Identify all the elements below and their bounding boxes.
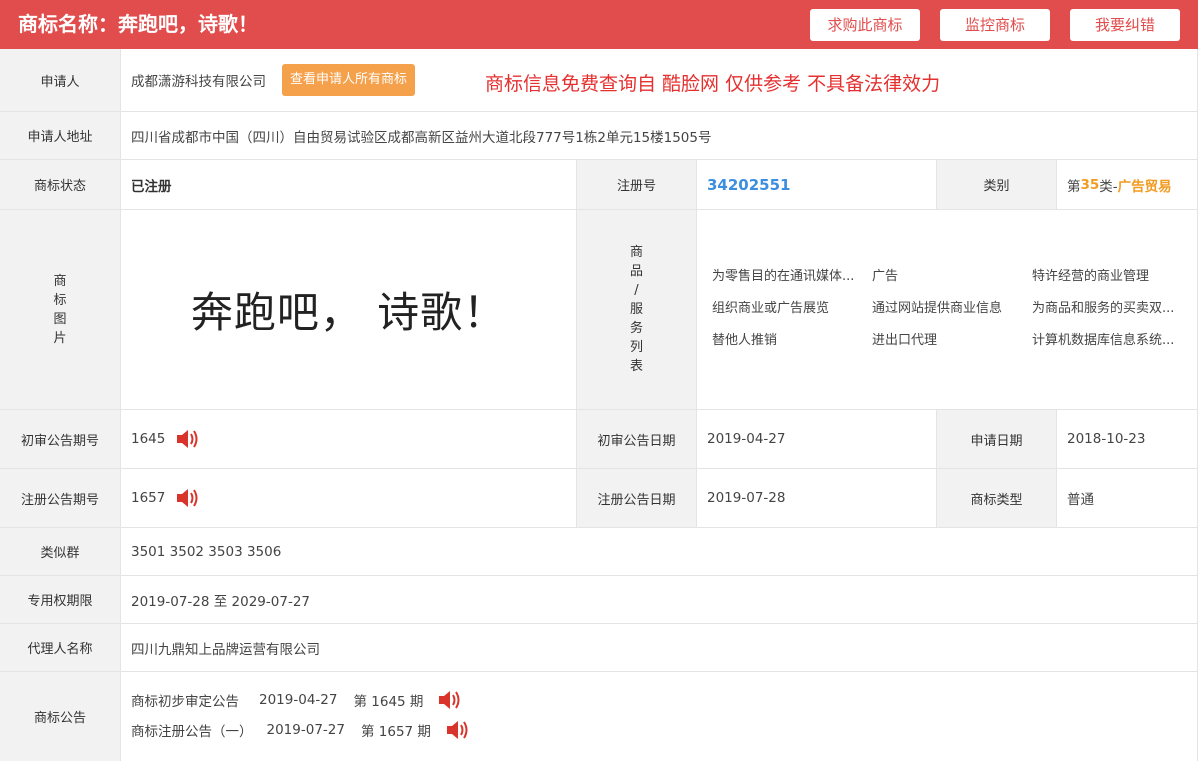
prelim-issue-value: 1645 bbox=[131, 431, 166, 447]
trademark-title: 商标名称：奔跑吧，诗歌！ bbox=[18, 12, 258, 36]
prelim-date-label: 初审公告日期 bbox=[577, 410, 697, 469]
goods-label-char: 商 bbox=[629, 245, 643, 260]
similar-group-value: 3501 3502 3503 3506 bbox=[121, 528, 1198, 576]
goods-item: 特许经营的商业管理 bbox=[1032, 269, 1150, 284]
announcement-item: 商标注册公告（一） 2019-07-27 第 1657 期 bbox=[131, 719, 469, 741]
announcement-name: 商标注册公告（一） bbox=[131, 724, 253, 740]
class-cell: 第 35 类- 广告贸易 bbox=[1057, 160, 1198, 210]
status-label: 商标状态 bbox=[0, 160, 121, 210]
applicant-name: 成都潇游科技有限公司 bbox=[131, 74, 266, 90]
announcement-issue: 第 1657 期 bbox=[360, 724, 431, 740]
agent-value: 四川九鼎知上品牌运营有限公司 bbox=[121, 624, 1198, 672]
goods-item: 广告 bbox=[872, 269, 899, 284]
tm-type-label: 商标类型 bbox=[937, 469, 1057, 528]
term-value: 2019-07-28 至 2029-07-27 bbox=[121, 576, 1198, 624]
reg-no-value: 34202551 bbox=[707, 175, 791, 194]
goods-item: 通过网站提供商业信息 bbox=[872, 301, 1003, 316]
tm-type-value: 普通 bbox=[1057, 469, 1198, 528]
goods-item: 为零售目的在通讯媒体... bbox=[712, 269, 855, 284]
agent-label: 代理人名称 bbox=[0, 624, 121, 672]
reg-issue-cell: 1657 bbox=[121, 469, 577, 528]
class-suffix: 类- bbox=[1099, 178, 1118, 195]
report-error-button[interactable]: 我要纠错 bbox=[1070, 9, 1180, 41]
reg-no-label: 注册号 bbox=[577, 160, 697, 210]
reg-issue-value: 1657 bbox=[131, 490, 166, 506]
term-label: 专用权期限 bbox=[0, 576, 121, 624]
reg-date-label: 注册公告日期 bbox=[577, 469, 697, 528]
address-label: 申请人地址 bbox=[0, 112, 121, 160]
goods-item: 为商品和服务的买卖双... bbox=[1032, 301, 1175, 316]
announcement-name: 商标初步审定公告 bbox=[131, 694, 239, 710]
image-label-char: 片 bbox=[53, 330, 67, 346]
image-label-char: 图 bbox=[53, 311, 67, 327]
prelim-date-value: 2019-04-27 bbox=[697, 410, 937, 469]
goods-item: 计算机数据库信息系统... bbox=[1032, 333, 1175, 348]
image-label: 商 标 图 片 bbox=[0, 210, 121, 410]
apply-date-label: 申请日期 bbox=[937, 410, 1057, 469]
announcements-label: 商标公告 bbox=[0, 672, 121, 761]
goods-label-char: 务 bbox=[629, 321, 643, 336]
announcement-date: 2019-04-27 bbox=[259, 692, 338, 708]
class-name: 广告贸易 bbox=[1117, 178, 1172, 195]
goods-item: 组织商业或广告展览 bbox=[712, 301, 830, 316]
goods-item: 进出口代理 bbox=[872, 333, 938, 348]
class-label: 类别 bbox=[937, 160, 1057, 210]
reg-issue-label: 注册公告期号 bbox=[0, 469, 121, 528]
announcements-cell bbox=[121, 672, 1198, 761]
goods-label-char: 品 bbox=[629, 264, 643, 279]
buy-trademark-button[interactable]: 求购此商标 bbox=[810, 9, 920, 41]
trademark-image-text: 奔跑吧， 诗歌！ bbox=[190, 288, 507, 337]
trademark-image: 奔跑吧， 诗歌！ bbox=[121, 210, 577, 410]
speaker-icon[interactable] bbox=[175, 428, 199, 450]
goods-label-char: 列 bbox=[629, 340, 643, 355]
class-number: 35 bbox=[1080, 176, 1100, 193]
reg-date-value: 2019-07-28 bbox=[697, 469, 937, 528]
image-label-char: 商 bbox=[53, 273, 67, 289]
announcement-item: 商标初步审定公告 2019-04-27 第 1645 期 bbox=[131, 689, 461, 711]
status-value: 已注册 bbox=[131, 178, 172, 195]
prelim-issue-cell: 1645 bbox=[121, 410, 577, 469]
disclaimer-notice: 商标信息免费查询自 酷脸网 仅供参考 不具备法律效力 bbox=[485, 73, 941, 95]
prelim-issue-label: 初审公告期号 bbox=[0, 410, 121, 469]
view-applicant-trademarks-button[interactable]: 查看申请人所有商标 bbox=[282, 64, 416, 96]
image-label-char: 标 bbox=[53, 292, 67, 308]
goods-label-char: / bbox=[634, 283, 639, 298]
class-prefix: 第 bbox=[1067, 178, 1081, 195]
reg-no-cell: 34202551 bbox=[697, 160, 937, 210]
goods-label-char: 服 bbox=[629, 302, 643, 317]
goods-label-char: 表 bbox=[629, 359, 643, 374]
applicant-label: 申请人 bbox=[0, 49, 121, 112]
announcement-date: 2019-07-27 bbox=[266, 722, 345, 738]
similar-group-label: 类似群 bbox=[0, 528, 121, 576]
speaker-icon[interactable] bbox=[175, 487, 199, 509]
monitor-trademark-button[interactable]: 监控商标 bbox=[940, 9, 1050, 41]
goods-label: 商 品 / 服 务 列 表 bbox=[577, 210, 697, 410]
status-cell: 已注册 bbox=[121, 160, 577, 210]
address-value: 四川省成都市中国（四川）自由贸易试验区成都高新区益州大道北段777号1栋2单元1… bbox=[121, 112, 1198, 160]
page-header: 商标名称：奔跑吧，诗歌！ 求购此商标 监控商标 我要纠错 bbox=[0, 0, 1198, 49]
speaker-icon[interactable] bbox=[437, 689, 461, 711]
goods-item: 替他人推销 bbox=[712, 333, 778, 348]
apply-date-value: 2018-10-23 bbox=[1057, 410, 1198, 469]
speaker-icon[interactable] bbox=[445, 719, 469, 741]
announcement-issue: 第 1645 期 bbox=[353, 694, 424, 710]
